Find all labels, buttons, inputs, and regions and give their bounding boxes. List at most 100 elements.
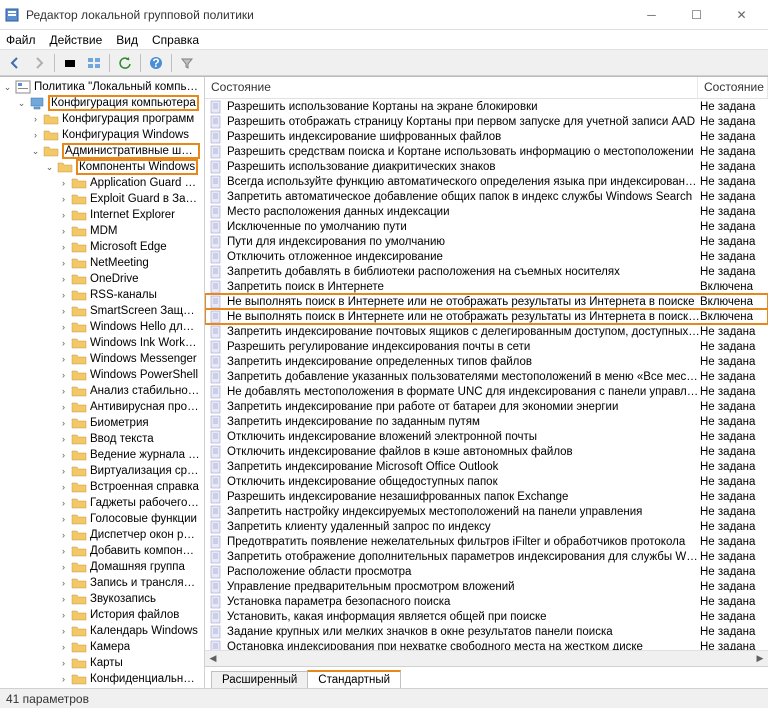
policy-row[interactable]: Запретить клиенту удаленный запрос по ин… bbox=[205, 519, 768, 534]
close-button[interactable]: ✕ bbox=[719, 1, 764, 29]
policy-row[interactable]: Запретить добавление указанных пользоват… bbox=[205, 369, 768, 384]
tree-item[interactable]: ›Диспетчер окон рабоче bbox=[0, 527, 204, 543]
tree-item[interactable]: ›Биометрия bbox=[0, 415, 204, 431]
policy-row[interactable]: Разрешить использование диакритических з… bbox=[205, 159, 768, 174]
expand-icon[interactable]: › bbox=[58, 498, 69, 509]
policy-row[interactable]: Управление предварительным просмотром вл… bbox=[205, 579, 768, 594]
tree-item[interactable]: ›Windows Messenger bbox=[0, 351, 204, 367]
refresh-button[interactable] bbox=[114, 52, 136, 74]
expand-icon[interactable]: › bbox=[58, 242, 69, 253]
tree-item[interactable]: ›Карты bbox=[0, 655, 204, 671]
tree-item[interactable]: ›Встроенная справка bbox=[0, 479, 204, 495]
policy-row[interactable]: Установить, какая информация является об… bbox=[205, 609, 768, 624]
policy-row[interactable]: Не выполнять поиск в Интернете или не от… bbox=[205, 294, 768, 309]
expand-icon[interactable]: › bbox=[58, 290, 69, 301]
tree-item[interactable]: ›Конфигурация программ bbox=[0, 111, 204, 127]
tree-item[interactable]: ›Домашняя группа bbox=[0, 559, 204, 575]
up-button[interactable] bbox=[59, 52, 81, 74]
tree-item[interactable]: ›Анализ стабильности W bbox=[0, 383, 204, 399]
expand-icon[interactable]: › bbox=[58, 338, 69, 349]
column-header-status[interactable]: Состояние bbox=[698, 77, 768, 98]
expand-icon[interactable]: › bbox=[58, 610, 69, 621]
expand-icon[interactable]: › bbox=[58, 578, 69, 589]
policy-row[interactable]: Запретить индексирование определенных ти… bbox=[205, 354, 768, 369]
tree-item[interactable]: ⌄Конфигурация компьютера bbox=[0, 95, 204, 111]
tab-standard[interactable]: Стандартный bbox=[307, 670, 401, 688]
tree-item[interactable]: ›Windows Hello для бизне bbox=[0, 319, 204, 335]
tree-item[interactable]: ›Запись и трансляция иг bbox=[0, 575, 204, 591]
expand-icon[interactable]: › bbox=[58, 642, 69, 653]
policy-row[interactable]: Запретить автоматическое добавление общи… bbox=[205, 189, 768, 204]
tree-item[interactable]: ›Добавить компоненты в bbox=[0, 543, 204, 559]
policy-row[interactable]: Запретить индексирование Microsoft Offic… bbox=[205, 459, 768, 474]
expand-icon[interactable]: › bbox=[58, 626, 69, 637]
menu-help[interactable]: Справка bbox=[152, 33, 199, 47]
policy-row[interactable]: Место расположения данных индексацииНе з… bbox=[205, 204, 768, 219]
expand-icon[interactable]: › bbox=[58, 530, 69, 541]
back-button[interactable] bbox=[4, 52, 26, 74]
policy-row[interactable]: Задание крупных или мелких значков в окн… bbox=[205, 624, 768, 639]
expand-icon[interactable]: › bbox=[58, 274, 69, 285]
expand-icon[interactable]: › bbox=[58, 226, 69, 237]
views-button[interactable] bbox=[83, 52, 105, 74]
expand-icon[interactable]: › bbox=[58, 354, 69, 365]
policy-row[interactable]: Отключить отложенное индексированиеНе за… bbox=[205, 249, 768, 264]
policy-row[interactable]: Исключенные по умолчанию путиНе задана bbox=[205, 219, 768, 234]
expand-icon[interactable]: › bbox=[58, 674, 69, 685]
tree-item[interactable]: ›Ввод текста bbox=[0, 431, 204, 447]
policy-row[interactable]: Запретить индексирование почтовых ящиков… bbox=[205, 324, 768, 339]
expand-icon[interactable]: › bbox=[58, 562, 69, 573]
tree-item[interactable]: ›Голосовые функции bbox=[0, 511, 204, 527]
policy-row[interactable]: Разрешить отображать страницу Кортаны пр… bbox=[205, 114, 768, 129]
menu-action[interactable]: Действие bbox=[50, 33, 103, 47]
policy-row[interactable]: Запретить индексирование по заданным пут… bbox=[205, 414, 768, 429]
expand-icon[interactable]: › bbox=[30, 114, 41, 125]
expand-icon[interactable]: › bbox=[58, 450, 69, 461]
tree-item[interactable]: ⌄Административные шаблоны bbox=[0, 143, 204, 159]
tree-item[interactable]: ›Антивирусная програм bbox=[0, 399, 204, 415]
expand-icon[interactable]: › bbox=[30, 130, 41, 141]
policy-row[interactable]: Запретить добавлять в библиотеки располо… bbox=[205, 264, 768, 279]
expand-icon[interactable]: › bbox=[58, 546, 69, 557]
tree-item[interactable]: ›Виртуализация средств bbox=[0, 463, 204, 479]
help-button[interactable]: ? bbox=[145, 52, 167, 74]
collapse-icon[interactable]: ⌄ bbox=[2, 82, 13, 93]
tree-item[interactable]: ›Камера bbox=[0, 639, 204, 655]
policy-row[interactable]: Разрешить регулирование индексирования п… bbox=[205, 339, 768, 354]
scroll-left-icon[interactable]: ◀ bbox=[205, 653, 221, 664]
policy-row[interactable]: Отключить индексирование общедоступных п… bbox=[205, 474, 768, 489]
policy-row[interactable]: Пути для индексирования по умолчаниюНе з… bbox=[205, 234, 768, 249]
expand-icon[interactable]: › bbox=[58, 322, 69, 333]
collapse-icon[interactable]: ⌄ bbox=[30, 146, 41, 157]
policy-row[interactable]: Разрешить использование Кортаны на экран… bbox=[205, 99, 768, 114]
maximize-button[interactable]: ☐ bbox=[674, 1, 719, 29]
tree-item[interactable]: ›Internet Explorer bbox=[0, 207, 204, 223]
tree-item[interactable]: ›Гаджеты рабочего стол bbox=[0, 495, 204, 511]
expand-icon[interactable]: › bbox=[58, 402, 69, 413]
collapse-icon[interactable]: ⌄ bbox=[44, 162, 55, 173]
tab-extended[interactable]: Расширенный bbox=[211, 671, 308, 688]
collapse-icon[interactable]: ⌄ bbox=[16, 98, 27, 109]
minimize-button[interactable]: ─ bbox=[629, 1, 674, 29]
policy-row[interactable]: Остановка индексирования при нехватке св… bbox=[205, 639, 768, 650]
expand-icon[interactable]: › bbox=[58, 434, 69, 445]
tree-item[interactable]: ⌄Компоненты Windows bbox=[0, 159, 204, 175]
tree-item[interactable]: ›Exploit Guard в Защитни bbox=[0, 191, 204, 207]
expand-icon[interactable]: › bbox=[58, 658, 69, 669]
tree-item[interactable]: ›Конфигурация Windows bbox=[0, 127, 204, 143]
horizontal-scrollbar[interactable]: ◀ ▶ bbox=[205, 650, 768, 666]
policy-row[interactable]: Отключить индексирование файлов в кэше а… bbox=[205, 444, 768, 459]
tree-item[interactable]: ›OneDrive bbox=[0, 271, 204, 287]
expand-icon[interactable]: › bbox=[58, 466, 69, 477]
tree-item[interactable]: ›Application Guard в Защ bbox=[0, 175, 204, 191]
menu-file[interactable]: Файл bbox=[6, 33, 36, 47]
tree-item[interactable]: ›Конфиденциальность п bbox=[0, 671, 204, 687]
policy-row[interactable]: Предотвратить появление нежелательных фи… bbox=[205, 534, 768, 549]
tree-item[interactable]: ›Windows PowerShell bbox=[0, 367, 204, 383]
forward-button[interactable] bbox=[28, 52, 50, 74]
tree-item[interactable]: ›Microsoft Edge bbox=[0, 239, 204, 255]
tree-pane[interactable]: ⌄Политика "Локальный компьютер"⌄Конфигур… bbox=[0, 77, 205, 688]
filter-button[interactable] bbox=[176, 52, 198, 74]
tree-item[interactable]: ›SmartScreen Защитника bbox=[0, 303, 204, 319]
expand-icon[interactable]: › bbox=[58, 370, 69, 381]
